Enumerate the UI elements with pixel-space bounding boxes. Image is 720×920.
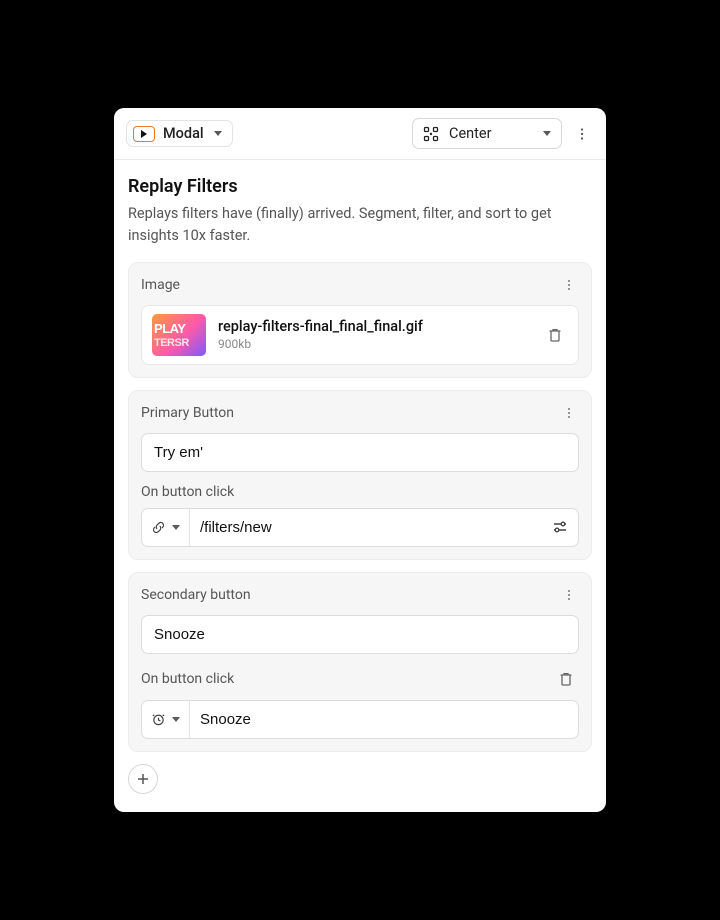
modal-icon [133,126,155,142]
secondary-click-value-input[interactable] [190,701,578,738]
caret-down-icon [543,131,551,136]
secondary-button-section: Secondary button On button click [128,572,592,752]
image-file-size: 900kb [218,337,530,351]
secondary-click-type-dropdown[interactable] [142,701,190,738]
primary-button-text-input[interactable] [141,433,579,472]
secondary-button-section-more[interactable] [559,585,579,605]
image-section-label: Image [141,277,559,293]
topbar-more-menu[interactable] [570,122,594,146]
alignment-label: Center [449,125,531,142]
component-type-dropdown[interactable]: Modal [126,120,233,147]
delete-secondary-click-button[interactable] [553,666,579,692]
primary-click-label: On button click [141,484,579,500]
add-section-button[interactable] [128,764,158,794]
trash-icon [558,671,574,687]
primary-button-section-more[interactable] [559,403,579,423]
primary-click-action [141,508,579,547]
image-file-row: PLAY TERSR replay-filters-final_final_fi… [141,305,579,365]
plus-icon [136,772,150,786]
caret-down-icon [172,717,180,722]
image-thumbnail: PLAY TERSR [152,314,206,356]
secondary-button-text-input[interactable] [141,615,579,654]
link-icon [151,520,166,535]
secondary-button-section-label: Secondary button [141,587,559,603]
secondary-click-label: On button click [141,671,553,687]
editor-panel: Modal Center Replay Filters Replays filt… [114,108,606,811]
primary-click-settings-button[interactable] [542,509,578,546]
primary-click-type-dropdown[interactable] [142,509,190,546]
page-title: Replay Filters [128,176,592,197]
caret-down-icon [214,131,222,136]
primary-button-section: Primary Button On button click [128,390,592,560]
component-type-label: Modal [163,125,204,142]
primary-click-value-input[interactable] [190,509,542,546]
secondary-click-action [141,700,579,739]
alignment-dropdown[interactable]: Center [412,118,562,149]
snooze-icon [151,712,166,727]
content-area: Replay Filters Replays filters have (fin… [114,160,606,811]
image-file-name: replay-filters-final_final_final.gif [218,318,530,335]
image-file-info: replay-filters-final_final_final.gif 900… [218,318,530,351]
image-section: Image PLAY TERSR replay-filters-final_fi… [128,262,592,378]
primary-button-section-label: Primary Button [141,405,559,421]
sliders-icon [552,519,568,535]
topbar: Modal Center [114,108,606,160]
center-align-icon [423,126,439,142]
trash-icon [547,327,563,343]
page-subtitle: Replays filters have (finally) arrived. … [128,203,592,245]
caret-down-icon [172,525,180,530]
image-section-more[interactable] [559,275,579,295]
delete-image-button[interactable] [542,322,568,348]
